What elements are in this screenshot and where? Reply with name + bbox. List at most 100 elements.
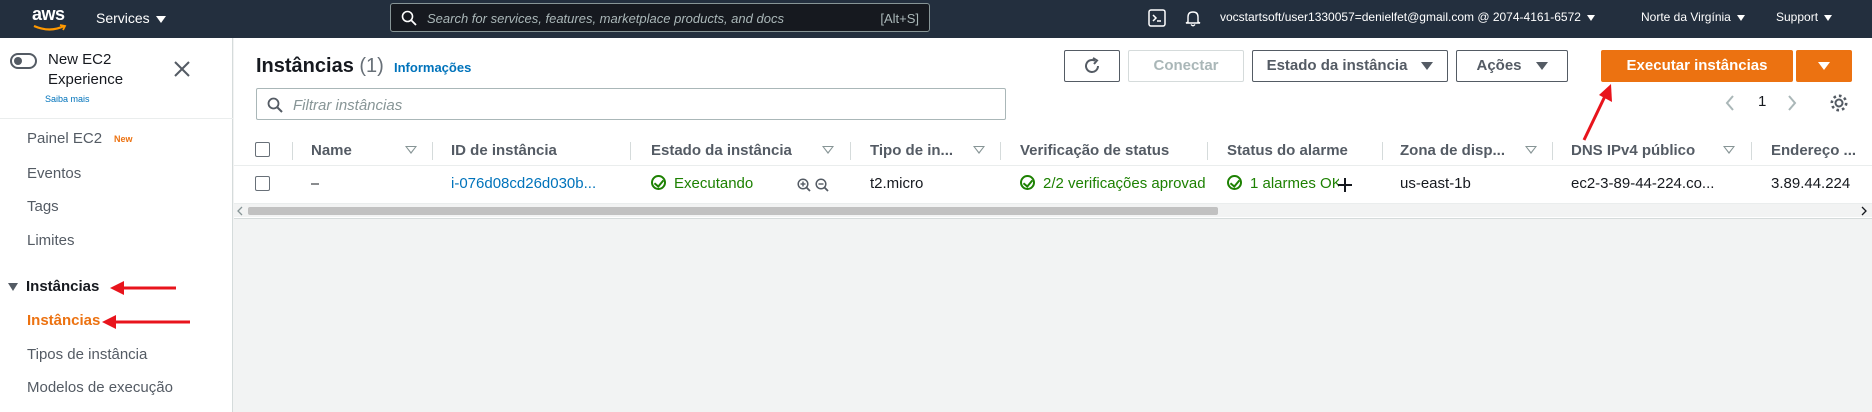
annotation-arrow-icon — [110, 281, 176, 295]
column-header-public-dns[interactable]: DNS IPv4 público — [1571, 142, 1695, 159]
column-header-instance-id[interactable]: ID de instância — [451, 142, 557, 159]
aws-smile-icon — [33, 24, 67, 31]
page-number[interactable]: 1 — [1758, 93, 1766, 110]
main-content: Instâncias (1) Informações Conectar Esta… — [234, 38, 1872, 412]
column-header-name[interactable]: Name — [311, 142, 352, 159]
services-label: Services — [96, 10, 150, 26]
column-header-alarm-status[interactable]: Status do alarme — [1227, 142, 1348, 159]
sidebar-item-tags[interactable]: Tags — [27, 198, 59, 215]
search-icon — [267, 97, 283, 113]
page-title-text: Instâncias — [256, 55, 354, 77]
launch-instances-label: Executar instâncias — [1626, 57, 1768, 74]
sidebar-item-modelos-de-execucao[interactable]: Modelos de execução — [27, 379, 173, 396]
instances-panel: Instâncias (1) Informações Conectar Esta… — [234, 38, 1872, 219]
sidebar-item-instancias[interactable]: Instâncias — [27, 312, 100, 329]
column-header-instance-type[interactable]: Tipo de in... — [870, 142, 953, 159]
status-check-text: 2/2 verificações aprovadas — [1043, 175, 1205, 192]
page-title: Instâncias (1) — [256, 55, 384, 78]
sort-icon[interactable] — [1723, 146, 1735, 154]
support-label: Support — [1776, 10, 1819, 24]
caret-down-icon — [8, 283, 18, 292]
filter-placeholder: Filtrar instâncias — [293, 97, 403, 114]
filter-instances-input[interactable]: Filtrar instâncias — [256, 88, 1006, 120]
column-header-availability-zone[interactable]: Zona de disp... — [1400, 142, 1505, 159]
refresh-button[interactable] — [1064, 50, 1120, 82]
sidebar-item-painel-ec2[interactable]: Painel EC2 New — [27, 130, 133, 147]
sidebar: New EC2 Experience Saiba mais Painel EC2… — [0, 38, 233, 412]
cell-instance-type: t2.micro — [870, 175, 924, 192]
annotation-arrow-icon — [102, 315, 190, 329]
actions-button[interactable]: Ações — [1456, 50, 1568, 82]
horizontal-scrollbar[interactable] — [234, 203, 1872, 217]
instance-state-text: Executando — [674, 175, 754, 192]
refresh-icon — [1085, 57, 1099, 73]
check-circle-icon — [1227, 175, 1242, 190]
search-shortcut: [Alt+S] — [880, 11, 919, 26]
info-link[interactable]: Informações — [394, 60, 471, 75]
column-header-ip-address[interactable]: Endereço ... — [1771, 142, 1867, 159]
toggle-knob — [14, 57, 22, 65]
instance-state-button[interactable]: Estado da instância — [1252, 50, 1448, 82]
bell-icon[interactable] — [1185, 9, 1201, 27]
table-row[interactable]: – i-076d08cd26d030b... Executando t2.mic… — [234, 168, 1872, 200]
column-separator — [1552, 142, 1553, 160]
sort-icon[interactable] — [973, 146, 985, 154]
close-icon[interactable] — [173, 60, 191, 78]
column-separator — [292, 142, 293, 160]
column-separator — [1000, 142, 1001, 160]
aws-logo[interactable]: aws — [32, 4, 68, 32]
account-menu[interactable]: vocstartsoft/user1330057=denielfet@gmail… — [1220, 10, 1595, 24]
alarm-status-text: 1 alarmes OK — [1250, 175, 1339, 192]
cell-public-dns: ec2-3-89-44-224.co... — [1571, 175, 1715, 192]
launch-options-button[interactable] — [1796, 50, 1852, 82]
row-checkbox[interactable] — [255, 176, 270, 191]
global-search-input[interactable]: Search for services, features, marketpla… — [390, 3, 930, 32]
cloudshell-icon[interactable] — [1148, 9, 1166, 27]
column-header-instance-state[interactable]: Estado da instância — [651, 142, 792, 159]
chevron-down-icon — [1824, 14, 1833, 21]
learn-more-link[interactable]: Saiba mais — [45, 94, 90, 104]
select-all-checkbox[interactable] — [255, 142, 270, 157]
sort-icon[interactable] — [822, 146, 834, 154]
cell-instance-id-link[interactable]: i-076d08cd26d030b... — [451, 175, 617, 192]
column-separator — [1207, 142, 1208, 160]
sidebar-item-label: Eventos — [27, 165, 82, 182]
scrollbar-thumb[interactable] — [248, 207, 1218, 215]
sidebar-item-label: Painel EC2 — [27, 130, 103, 147]
new-experience-toggle[interactable] — [10, 53, 37, 69]
zoom-icons[interactable] — [797, 178, 831, 194]
new-experience-label: New EC2 Experience — [48, 51, 124, 88]
add-alarm-plus-icon[interactable] — [1337, 177, 1353, 193]
column-separator — [630, 142, 631, 160]
services-menu[interactable]: Services — [96, 10, 166, 26]
cell-name: – — [311, 175, 320, 192]
support-menu[interactable]: Support — [1776, 10, 1833, 24]
cell-ip-address: 3.89.44.224 — [1771, 175, 1851, 192]
sidebar-item-label: Tipos de instância — [27, 346, 148, 363]
launch-instances-button[interactable]: Executar instâncias — [1601, 50, 1793, 82]
top-navigation: aws Services Search for services, featur… — [0, 0, 1872, 38]
annotation-arrow-icon — [1582, 84, 1612, 141]
region-menu[interactable]: Norte da Virgínia — [1641, 10, 1745, 24]
column-separator — [1751, 142, 1752, 160]
scroll-left-icon[interactable] — [236, 206, 244, 216]
column-separator — [432, 142, 433, 160]
scroll-right-icon[interactable] — [1860, 206, 1868, 216]
connect-button[interactable]: Conectar — [1128, 50, 1244, 82]
chevron-right-icon[interactable] — [1786, 94, 1798, 112]
caret-down-icon — [1818, 62, 1830, 71]
column-separator — [850, 142, 851, 160]
aws-logo-text: aws — [32, 4, 65, 24]
cell-availability-zone: us-east-1b — [1400, 175, 1471, 192]
column-header-status-check[interactable]: Verificação de status — [1020, 142, 1169, 159]
sidebar-item-tipos-de-instancia[interactable]: Tipos de instância — [27, 346, 147, 363]
sort-icon[interactable] — [405, 146, 417, 154]
check-circle-icon — [1020, 175, 1035, 190]
chevron-left-icon[interactable] — [1724, 94, 1736, 112]
gear-icon[interactable] — [1829, 93, 1849, 113]
chevron-down-icon — [1586, 14, 1595, 21]
sidebar-section-instancias[interactable]: Instâncias — [8, 278, 99, 295]
sidebar-item-limites[interactable]: Limites — [27, 232, 75, 249]
sidebar-item-eventos[interactable]: Eventos — [27, 165, 81, 182]
sort-icon[interactable] — [1525, 146, 1537, 154]
